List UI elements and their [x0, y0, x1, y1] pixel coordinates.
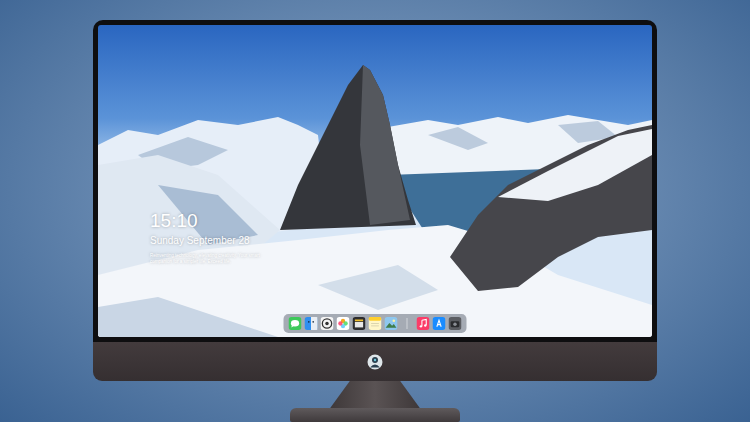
lock-clock: 15:10 Sunday September 28 Reinventing te…	[150, 211, 266, 265]
dock-item[interactable]	[337, 317, 350, 330]
dock-item[interactable]	[449, 317, 462, 330]
dock-item[interactable]	[369, 317, 382, 330]
dock-item[interactable]	[385, 317, 398, 330]
camera-icon[interactable]	[449, 317, 462, 330]
store-icon[interactable]	[433, 317, 446, 330]
monitor-bezel: 15:10 Sunday September 28 Reinventing te…	[93, 20, 657, 342]
messages-icon[interactable]	[289, 317, 302, 330]
lock-screen[interactable]: 15:10 Sunday September 28 Reinventing te…	[98, 25, 652, 337]
desktop-background: 15:10 Sunday September 28 Reinventing te…	[0, 0, 750, 422]
gallery-icon[interactable]	[385, 317, 398, 330]
dock-divider	[407, 318, 408, 329]
photos-icon[interactable]	[337, 317, 350, 330]
dock-item[interactable]	[353, 317, 366, 330]
dock	[284, 314, 467, 333]
monitor-foot	[290, 408, 460, 422]
brand-logo-icon	[367, 354, 383, 370]
clock-time: 15:10	[150, 211, 266, 232]
monitor: 15:10 Sunday September 28 Reinventing te…	[93, 20, 657, 422]
dock-item[interactable]	[433, 317, 446, 330]
files-icon[interactable]	[305, 317, 318, 330]
music-icon[interactable]	[417, 317, 430, 330]
wallpaper	[98, 25, 652, 337]
clock-date: Sunday September 28	[150, 234, 266, 247]
dock-item[interactable]	[321, 317, 334, 330]
dock-item[interactable]	[305, 317, 318, 330]
dock-item[interactable]	[417, 317, 430, 330]
browser-icon[interactable]	[321, 317, 334, 330]
notes-icon[interactable]	[369, 317, 382, 330]
monitor-stand	[330, 381, 420, 408]
tagline: Reinventing technology, elevating creati…	[150, 253, 266, 265]
dock-item[interactable]	[289, 317, 302, 330]
monitor-chin	[93, 342, 657, 381]
video-icon[interactable]	[353, 317, 366, 330]
